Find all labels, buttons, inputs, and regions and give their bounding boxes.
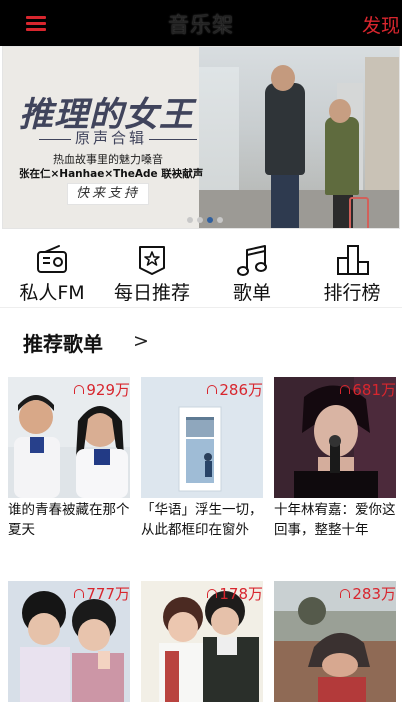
carousel-dot[interactable] [217, 216, 223, 223]
shortcut-label: 排行榜 [323, 282, 381, 304]
music-note-icon [237, 245, 267, 276]
recommend-more-arrow[interactable]: > [133, 330, 149, 352]
headphone-icon [74, 589, 85, 598]
carousel-dot-active[interactable] [207, 216, 213, 223]
play-count: 929万 [74, 379, 130, 400]
shortcut-label: 私人FM [19, 282, 85, 304]
carousel-dot[interactable] [187, 216, 193, 223]
playlist-title: 十年林宥嘉：爱你这回事，整整十年 [274, 502, 396, 538]
play-count-value: 777万 [86, 585, 130, 603]
shortcut-charts[interactable]: 排行榜 [302, 230, 402, 308]
playlist-title: 谁的青春被藏在那个夏天 [8, 502, 130, 538]
play-count-value: 283万 [352, 585, 396, 603]
shortcut-label: 每日推荐 [113, 282, 190, 304]
banner-text: 推理的女王 原声合辑 热血故事里的魅力嗓音 张在仁×Hanhae×TheAde … [3, 47, 221, 228]
radio-icon [37, 245, 67, 273]
playlist-title: 「华语」浮生一切，从此都框印在窗外 [141, 502, 263, 538]
discover-link[interactable]: 发现 [362, 11, 400, 38]
play-count: 178万 [207, 583, 263, 604]
play-count: 777万 [74, 583, 130, 604]
banner-subtitle: 原声合辑 [75, 129, 148, 147]
shortcut-bar: 私人FM 每日推荐 歌单 排行榜 [0, 230, 402, 308]
headphone-icon [340, 385, 351, 394]
play-count-value: 681万 [352, 381, 396, 399]
banner-support-button[interactable]: 快来支持 [67, 183, 149, 205]
shortcut-daily-recommend[interactable]: 每日推荐 [102, 230, 202, 308]
play-count-value: 929万 [86, 381, 130, 399]
headphone-icon [340, 589, 351, 598]
banner-description: 热血故事里的魅力嗓音 [53, 153, 163, 166]
banner-carousel[interactable]: 推理的女王 原声合辑 热血故事里的魅力嗓音 张在仁×Hanhae×TheAde … [2, 46, 400, 229]
headphone-icon [207, 589, 218, 598]
top-bar: 音乐架 发现 [0, 0, 402, 46]
shortcut-playlist[interactable]: 歌单 [202, 230, 302, 308]
play-count: 681万 [340, 379, 396, 400]
play-count-value: 178万 [219, 585, 263, 603]
banner-artists: 张在仁×Hanhae×TheAde 联袂献声 [19, 168, 204, 180]
calendar-star-icon [139, 246, 165, 275]
bar-chart-icon [337, 245, 369, 275]
play-count: 286万 [207, 379, 263, 400]
recommend-section-title: 推荐歌单 [23, 332, 103, 356]
play-count-value: 286万 [219, 381, 263, 399]
headphone-icon [74, 385, 85, 394]
app-title: 音乐架 [168, 13, 234, 37]
carousel-dot[interactable] [197, 216, 203, 223]
shortcut-label: 歌单 [232, 282, 271, 304]
carousel-dots [187, 209, 227, 228]
play-count: 283万 [340, 583, 396, 604]
shortcut-private-fm[interactable]: 私人FM [2, 230, 102, 308]
headphone-icon [207, 385, 218, 394]
